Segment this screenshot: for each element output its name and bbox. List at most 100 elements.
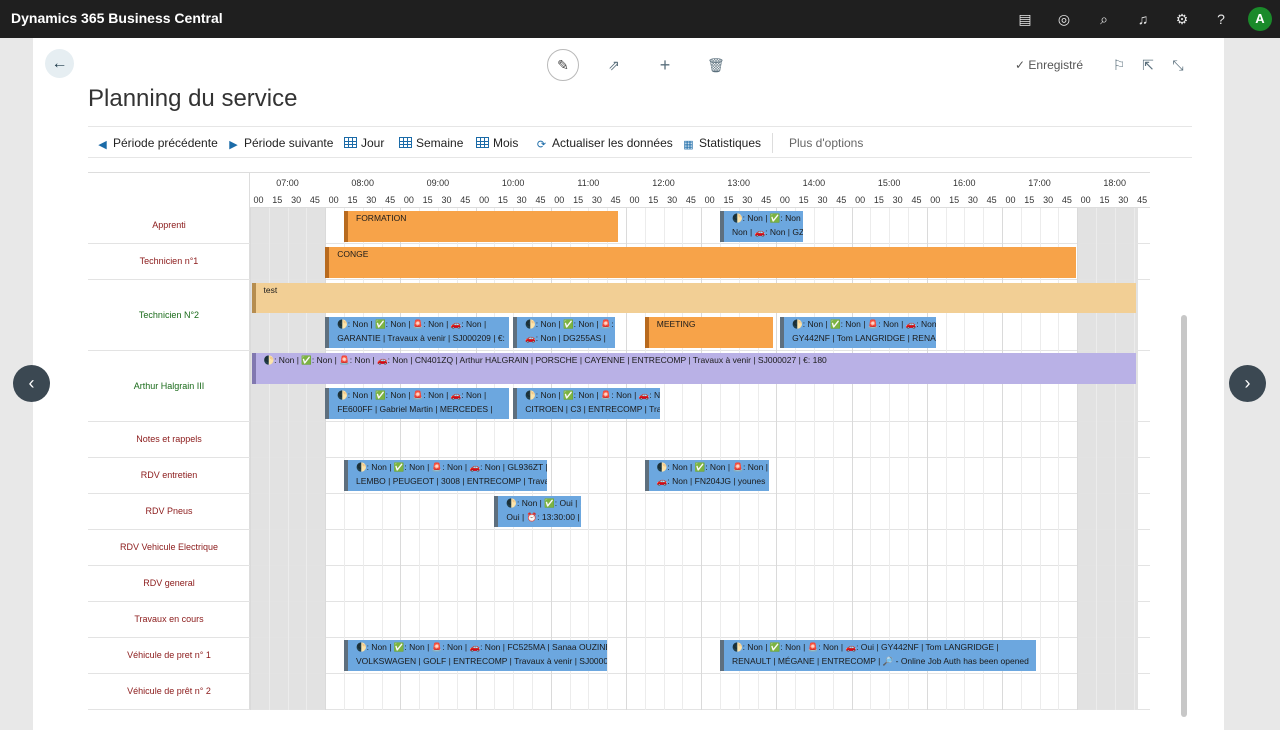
document-icon[interactable]: ▤ — [1016, 10, 1034, 28]
next-period-button[interactable]: ▶ Période suivante — [227, 136, 333, 151]
grid-line — [607, 674, 609, 710]
resource-name[interactable]: Travaux en cours — [88, 614, 250, 624]
week-view-button[interactable]: Semaine — [399, 136, 463, 150]
appointment-arthur-a[interactable]: 🌓: Non | ✅: Non | 🚨: Non | 🚗: Non | FE600… — [325, 388, 510, 419]
search-icon[interactable]: ⌕ — [1095, 10, 1113, 28]
grid-line — [400, 602, 402, 638]
grid-line — [757, 566, 759, 602]
resource-name[interactable]: Technicien N°2 — [88, 310, 250, 320]
appointment-text: 🌓: Non | ✅: Non | 🚨: Non | 🚗: Non | CN40… — [263, 355, 827, 365]
resource-name[interactable]: RDV Pneus — [88, 506, 250, 516]
bookmark-icon[interactable]: ⚐ — [1111, 57, 1127, 73]
month-view-button[interactable]: Mois — [476, 136, 518, 150]
collapse-icon[interactable]: ⤡ — [1170, 57, 1186, 73]
add-icon[interactable]: + — [657, 56, 673, 74]
minute-label: 00 — [554, 195, 565, 205]
grid-line — [1020, 494, 1022, 530]
appointment-text: 🌓: Non | ✅: Non | 🚨: Non | 🚗: Non | GL93… — [356, 462, 547, 472]
day-view-button[interactable]: Jour — [344, 136, 384, 150]
calendar-icon — [399, 137, 412, 148]
grid-line — [1133, 566, 1135, 602]
resource-name[interactable]: RDV Vehicule Electrique — [88, 542, 250, 552]
grid-line — [325, 602, 327, 638]
appointment-tech1-conge[interactable]: CONGE — [325, 247, 1076, 278]
grid-line — [250, 638, 251, 674]
open-new-window-icon[interactable]: ⇱ — [1140, 57, 1156, 73]
grid-line — [607, 566, 609, 602]
appointment-pret1-b[interactable]: 🌓: Non | ✅: Non | 🚨: Non | 🚗: Oui | GY44… — [720, 640, 1036, 671]
resource-name[interactable]: RDV general — [88, 578, 250, 588]
grid-line — [438, 422, 439, 458]
resource-name[interactable]: Véhicule de pret n° 1 — [88, 650, 250, 660]
grid-line — [832, 566, 834, 602]
resource-name[interactable]: Technicien n°1 — [88, 256, 250, 266]
minute-label: 30 — [1043, 195, 1054, 205]
appointment-tech2-a[interactable]: 🌓: Non | ✅: Non | 🚨: Non | 🚗: Non | GARAN… — [325, 317, 510, 348]
appointment-pret1-a[interactable]: 🌓: Non | ✅: Non | 🚨: Non | 🚗: Non | FC52… — [344, 640, 608, 671]
grid-line — [1002, 566, 1003, 602]
minute-label: 15 — [1024, 195, 1035, 205]
grid-line — [795, 530, 797, 566]
grid-line — [644, 602, 646, 638]
grid-line — [1002, 674, 1003, 710]
resource-row: RDV general — [88, 566, 1150, 602]
appointment-entretien-b[interactable]: 🌓: Non | ✅: Non | 🚨: Non | 🚗: Non | FN204… — [644, 460, 769, 491]
grid-line — [344, 494, 345, 530]
next-nav-button[interactable]: › — [1229, 365, 1266, 402]
copilot-icon[interactable]: ◎ — [1055, 10, 1073, 28]
resource-name[interactable]: RDV entretien — [88, 470, 250, 480]
grid-line — [908, 674, 909, 710]
refresh-data-button[interactable]: ⟳ Actualiser les données — [535, 136, 673, 151]
resource-name[interactable]: Arthur Halgrain III — [88, 381, 250, 391]
help-icon[interactable]: ? — [1212, 10, 1230, 28]
grid-line — [626, 208, 627, 244]
grid-line — [268, 494, 270, 530]
grid-line — [851, 208, 853, 244]
appointment-arthur-purple[interactable]: 🌓: Non | ✅: Non | 🚨: Non | 🚗: Non | CN40… — [251, 353, 1136, 384]
grid-line — [889, 602, 891, 638]
grid-line — [1096, 208, 1097, 244]
resource-name[interactable]: Notes et rappels — [88, 434, 250, 444]
vertical-scrollbar[interactable] — [1181, 315, 1187, 717]
previous-period-button[interactable]: ◀ Période précédente — [96, 136, 217, 151]
edit-button[interactable]: ✎ — [547, 49, 579, 81]
back-button[interactable]: ← — [45, 49, 74, 78]
appointment-text: 🌓: Non | ✅: Non | 🚨: Non | 🚗: Non | — [337, 390, 487, 400]
appointment-apprenti-blue[interactable]: 🌓: Non | ✅: Non | 🚨: Non | 🚗: Non | GZ633… — [720, 211, 803, 242]
previous-nav-button[interactable]: ‹ — [13, 365, 50, 402]
grid-line — [682, 602, 684, 638]
more-options-button[interactable]: Plus d'options — [789, 136, 863, 150]
settings-icon[interactable]: ⚙ — [1173, 10, 1191, 28]
grid-line — [419, 602, 421, 638]
appointment-entretien-a[interactable]: 🌓: Non | ✅: Non | 🚨: Non | 🚗: Non | GL93… — [344, 460, 548, 491]
grid-line — [738, 566, 740, 602]
grid-line — [513, 674, 515, 710]
grid-line — [964, 422, 966, 458]
grid-line — [1058, 530, 1060, 566]
appointment-arthur-b[interactable]: 🌓: Non | ✅: Non | 🚨: Non | 🚗: Non | FN49… — [513, 388, 660, 419]
grid-line — [588, 494, 590, 530]
share-icon[interactable]: ⇗ — [606, 57, 622, 73]
minute-label: 45 — [836, 195, 847, 205]
statistics-button[interactable]: ▦ Statistiques — [682, 136, 761, 151]
grid-line — [569, 566, 571, 602]
app-title[interactable]: Dynamics 365 Business Central — [11, 10, 223, 26]
bell-icon[interactable]: ♫ — [1134, 10, 1152, 28]
grid-line — [889, 530, 891, 566]
delete-icon[interactable]: 🗑 — [707, 57, 725, 73]
minute-label: 45 — [385, 195, 396, 205]
appointment-tech2-b[interactable]: 🌓: Non | ✅: Non | 🚨: Non | 🚗: Non | DG255… — [513, 317, 615, 348]
appointment-tech2-test[interactable]: test — [251, 283, 1136, 313]
appointment-apprenti-formation[interactable]: FORMATION — [344, 211, 619, 242]
grid-line — [250, 458, 251, 494]
appointment-tech2-meeting[interactable]: MEETING — [644, 317, 773, 348]
resource-name[interactable]: Véhicule de prêt n° 2 — [88, 686, 250, 696]
resource-name[interactable]: Apprenti — [88, 220, 250, 230]
minute-label: 45 — [610, 195, 621, 205]
grid-line — [757, 602, 759, 638]
grid-line — [1133, 530, 1135, 566]
avatar[interactable]: A — [1248, 7, 1272, 31]
appointment-pneus-a[interactable]: 🌓: Non | ✅: Oui | 🚨: Non | 🚗: Oui | ⏰: 13… — [494, 496, 581, 527]
appointment-tech2-c[interactable]: 🌓: Non | ✅: Non | 🚨: Non | 🚗: Non | GY442… — [780, 317, 936, 348]
grid-line — [400, 674, 402, 710]
